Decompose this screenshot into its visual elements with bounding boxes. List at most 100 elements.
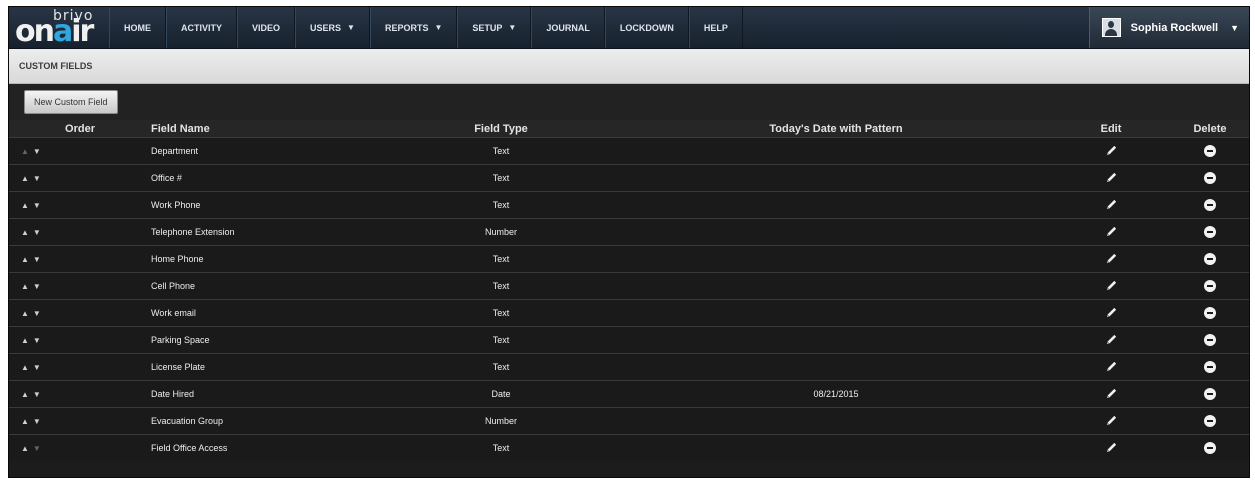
move-up-icon[interactable]: ▲ <box>21 147 29 156</box>
field-name-cell: Parking Space <box>151 326 381 354</box>
move-up-icon[interactable]: ▲ <box>21 336 29 345</box>
delete-cell <box>1171 137 1249 165</box>
move-up-icon[interactable]: ▲ <box>21 309 29 318</box>
minus-circle-icon[interactable] <box>1204 199 1216 211</box>
date-pattern-cell <box>621 191 1051 219</box>
nav-item-users[interactable]: USERS ▼ <box>295 7 370 48</box>
field-name-cell: Work email <box>151 299 381 327</box>
table-row: ▲ ▼ Home Phone Text <box>9 245 1249 273</box>
field-name-cell: Evacuation Group <box>151 407 381 435</box>
move-down-icon[interactable]: ▼ <box>33 417 41 426</box>
table-row: ▲ ▼ Department Text <box>9 137 1249 165</box>
pencil-icon[interactable] <box>1105 144 1118 157</box>
date-pattern-cell <box>621 299 1051 327</box>
minus-circle-icon[interactable] <box>1204 361 1216 373</box>
field-name-cell: Office # <box>151 164 381 192</box>
move-down-icon[interactable]: ▼ <box>33 363 41 372</box>
pencil-icon[interactable] <box>1105 252 1118 265</box>
edit-cell <box>1051 218 1171 246</box>
minus-circle-icon[interactable] <box>1204 442 1216 454</box>
minus-circle-icon[interactable] <box>1204 226 1216 238</box>
move-up-icon[interactable]: ▲ <box>21 201 29 210</box>
move-down-icon[interactable]: ▼ <box>33 309 41 318</box>
app-window: brivo onair HOME ACTIVITY VIDEO USERS ▼ REPOR… <box>8 6 1250 478</box>
nav-item-video[interactable]: VIDEO <box>237 7 296 48</box>
table-row: ▲ ▼ License Plate Text <box>9 353 1249 381</box>
pencil-icon[interactable] <box>1105 171 1118 184</box>
minus-circle-icon[interactable] <box>1204 172 1216 184</box>
table-row: ▲ ▼ Work email Text <box>9 299 1249 327</box>
nav-item-activity[interactable]: ACTIVITY <box>166 7 238 48</box>
move-up-icon[interactable]: ▲ <box>21 174 29 183</box>
delete-cell <box>1171 191 1249 219</box>
pencil-icon[interactable] <box>1105 360 1118 373</box>
pencil-icon[interactable] <box>1105 306 1118 319</box>
edit-cell <box>1051 434 1171 461</box>
order-cell: ▲ ▼ <box>9 137 151 165</box>
field-type-cell: Text <box>381 434 621 461</box>
field-type-cell: Text <box>381 326 621 354</box>
header-field-name: Field Name <box>151 120 381 138</box>
pencil-icon[interactable] <box>1105 414 1118 427</box>
pencil-icon[interactable] <box>1105 198 1118 211</box>
move-up-icon[interactable]: ▲ <box>21 228 29 237</box>
move-up-icon[interactable]: ▲ <box>21 255 29 264</box>
table-row: ▲ ▼ Telephone Extension Number <box>9 218 1249 246</box>
delete-cell <box>1171 434 1249 461</box>
pencil-icon[interactable] <box>1105 225 1118 238</box>
pencil-icon[interactable] <box>1105 279 1118 292</box>
nav-item-home[interactable]: HOME <box>109 7 166 48</box>
minus-circle-icon[interactable] <box>1204 307 1216 319</box>
user-menu[interactable]: Sophia Rockwell ▼ <box>1088 7 1249 48</box>
nav-item-setup[interactable]: SETUP ▼ <box>457 7 532 48</box>
date-pattern-cell <box>621 272 1051 300</box>
field-name-cell: Cell Phone <box>151 272 381 300</box>
order-cell: ▲ ▼ <box>9 353 151 381</box>
order-cell: ▲ ▼ <box>9 245 151 273</box>
field-type-cell: Number <box>381 407 621 435</box>
order-cell: ▲ ▼ <box>9 326 151 354</box>
nav-item-reports[interactable]: REPORTS ▼ <box>369 7 458 48</box>
brivo-onair-logo[interactable]: brivo onair <box>9 7 109 48</box>
move-down-icon[interactable]: ▼ <box>33 174 41 183</box>
nav-item-lockdown[interactable]: LOCKDOWN <box>604 7 689 48</box>
move-down-icon[interactable]: ▼ <box>33 147 41 156</box>
move-down-icon[interactable]: ▼ <box>33 282 41 291</box>
minus-circle-icon[interactable] <box>1204 415 1216 427</box>
move-down-icon[interactable]: ▼ <box>33 444 41 453</box>
move-down-icon[interactable]: ▼ <box>33 201 41 210</box>
move-up-icon[interactable]: ▲ <box>21 282 29 291</box>
nav-item-label: HELP <box>703 22 728 33</box>
minus-circle-icon[interactable] <box>1204 334 1216 346</box>
table-row: ▲ ▼ Parking Space Text <box>9 326 1249 354</box>
nav-item-journal[interactable]: JOURNAL <box>531 7 605 48</box>
order-cell: ▲ ▼ <box>9 191 151 219</box>
move-up-icon[interactable]: ▲ <box>21 390 29 399</box>
move-down-icon[interactable]: ▼ <box>33 228 41 237</box>
date-pattern-cell: 08/21/2015 <box>621 380 1051 408</box>
minus-circle-icon[interactable] <box>1204 145 1216 157</box>
header-field-type: Field Type <box>381 120 621 138</box>
move-up-icon[interactable]: ▲ <box>21 363 29 372</box>
pencil-icon[interactable] <box>1105 387 1118 400</box>
table-row: ▲ ▼ Work Phone Text <box>9 191 1249 219</box>
pencil-icon[interactable] <box>1105 441 1118 454</box>
pencil-icon[interactable] <box>1105 333 1118 346</box>
move-up-icon[interactable]: ▲ <box>21 417 29 426</box>
field-type-cell: Text <box>381 272 621 300</box>
date-pattern-cell <box>621 137 1051 165</box>
move-down-icon[interactable]: ▼ <box>33 390 41 399</box>
move-up-icon[interactable]: ▲ <box>21 444 29 453</box>
minus-circle-icon[interactable] <box>1204 388 1216 400</box>
new-custom-field-button[interactable]: New Custom Field <box>24 90 118 114</box>
header-delete: Delete <box>1171 120 1249 138</box>
move-down-icon[interactable]: ▼ <box>33 336 41 345</box>
move-down-icon[interactable]: ▼ <box>33 255 41 264</box>
main-menu: HOME ACTIVITY VIDEO USERS ▼ REPORTS ▼ SETUP ▼ JOU… <box>109 7 743 48</box>
nav-item-help[interactable]: HELP <box>688 7 743 48</box>
table-row: ▲ ▼ Date Hired Date 08/21/2015 <box>9 380 1249 408</box>
minus-circle-icon[interactable] <box>1204 253 1216 265</box>
table-row: ▲ ▼ Field Office Access Text <box>9 434 1249 461</box>
minus-circle-icon[interactable] <box>1204 280 1216 292</box>
edit-cell <box>1051 272 1171 300</box>
